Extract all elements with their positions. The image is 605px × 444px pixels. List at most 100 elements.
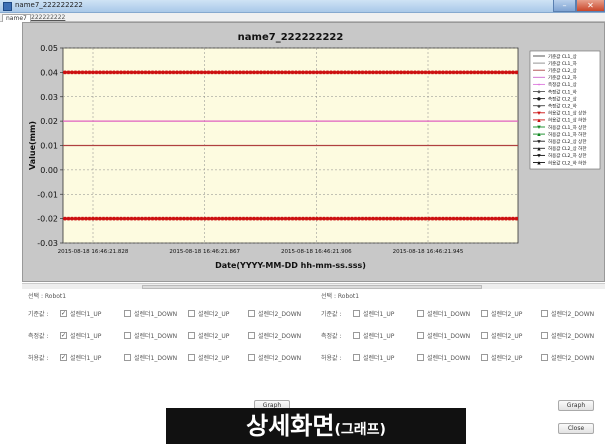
series-marker: [130, 216, 133, 221]
series-marker: [371, 70, 375, 75]
checkbox-box[interactable]: [124, 354, 131, 361]
series-marker: [357, 70, 361, 75]
series-marker: [441, 70, 445, 75]
checkbox-box[interactable]: [541, 332, 548, 339]
checkbox-label: 설렌더1_DOWN: [427, 333, 471, 340]
right-checkbox[interactable]: 설렌더2_DOWN: [541, 353, 594, 362]
series-marker: [357, 216, 361, 221]
minimize-button[interactable]: –: [553, 0, 576, 12]
checkbox-label: 설렌더2_DOWN: [258, 355, 302, 362]
right-checkbox[interactable]: 설렌더2_UP: [481, 309, 522, 318]
series-marker: [273, 70, 277, 75]
scrollbar-thumb[interactable]: [142, 285, 482, 289]
horizontal-scrollbar[interactable]: [22, 283, 605, 289]
series-marker: [452, 70, 455, 75]
series-marker: [504, 216, 508, 221]
right-checkbox[interactable]: 설렌더1_UP: [353, 353, 394, 362]
checkbox-box[interactable]: [481, 354, 488, 361]
left-checkbox[interactable]: 설렌더1_DOWN: [124, 309, 177, 318]
series-marker: [238, 216, 242, 221]
series-marker: [347, 216, 350, 221]
left-checkbox[interactable]: ✓ 설렌더1_UP: [60, 331, 101, 340]
checkbox-box[interactable]: [481, 332, 488, 339]
checkbox-box[interactable]: [481, 310, 488, 317]
series-marker: [466, 216, 469, 221]
right-checkbox[interactable]: 설렌더1_DOWN: [417, 331, 470, 340]
checkbox-box[interactable]: ✓: [60, 332, 67, 339]
checkbox-box[interactable]: [417, 332, 424, 339]
tab-name7[interactable]: name7: [2, 14, 31, 22]
right-checkbox[interactable]: 설렌더1_DOWN: [417, 353, 470, 362]
y-tick-label: 0.00: [40, 166, 58, 175]
tab-222222222[interactable]: 222222222: [28, 14, 68, 21]
close-window-button[interactable]: ✕: [576, 0, 605, 12]
series-marker: [235, 216, 238, 221]
left-checkbox[interactable]: 설렌더2_DOWN: [248, 309, 301, 318]
checkbox-box[interactable]: [417, 310, 424, 317]
checkbox-box[interactable]: [353, 332, 360, 339]
checkbox-label: 설렌더2_DOWN: [551, 311, 595, 318]
series-marker: [438, 70, 441, 75]
right-checkbox[interactable]: 설렌더2_UP: [481, 331, 522, 340]
checkbox-box[interactable]: ✓: [60, 354, 67, 361]
right-checkbox[interactable]: 설렌더1_DOWN: [417, 309, 470, 318]
series-marker: [105, 216, 109, 221]
series-marker: [396, 216, 399, 221]
left-checkbox[interactable]: 설렌더1_DOWN: [124, 331, 177, 340]
series-marker: [158, 216, 161, 221]
checkbox-box[interactable]: [188, 332, 195, 339]
checkbox-box[interactable]: [188, 310, 195, 317]
checkbox-label: 설렌더2_UP: [198, 311, 230, 318]
series-marker: [214, 70, 217, 75]
checkbox-box[interactable]: [541, 310, 548, 317]
left-checkbox[interactable]: 설렌더2_UP: [188, 309, 229, 318]
series-marker: [459, 70, 462, 75]
series-marker: [175, 216, 179, 221]
checkbox-box[interactable]: [248, 354, 255, 361]
checkbox-box[interactable]: ✓: [60, 310, 67, 317]
series-marker: [284, 70, 287, 75]
left-checkbox[interactable]: 설렌더2_DOWN: [248, 331, 301, 340]
left-checkbox[interactable]: ✓ 설렌더1_UP: [60, 309, 101, 318]
checkbox-box[interactable]: [417, 354, 424, 361]
checkbox-box[interactable]: [124, 310, 131, 317]
left-checkbox[interactable]: 설렌더2_DOWN: [248, 353, 301, 362]
right-checkbox[interactable]: 설렌더1_UP: [353, 331, 394, 340]
right-checkbox[interactable]: 설렌더2_DOWN: [541, 309, 594, 318]
checkbox-label: 설렌더1_DOWN: [134, 311, 178, 318]
series-marker: [364, 216, 368, 221]
right-checkbox[interactable]: 설렌더2_DOWN: [541, 331, 594, 340]
series-marker: [354, 70, 357, 75]
right-checkbox[interactable]: 설렌더1_UP: [353, 309, 394, 318]
series-marker: [508, 70, 511, 75]
left-checkbox[interactable]: 설렌더2_UP: [188, 331, 229, 340]
series-marker: [228, 70, 231, 75]
checkbox-box[interactable]: [353, 310, 360, 317]
left-checkbox[interactable]: ✓ 설렌더1_UP: [60, 353, 101, 362]
series-marker: [322, 216, 326, 221]
close-button[interactable]: Close: [558, 423, 594, 434]
right-graph-button[interactable]: Graph: [558, 400, 594, 411]
legend-label: 허용값 CL1_하 상한: [548, 124, 586, 131]
series-marker: [119, 70, 123, 75]
legend-marker: ▼: [537, 154, 541, 159]
left-checkbox[interactable]: 설렌더1_DOWN: [124, 353, 177, 362]
series-marker: [109, 70, 112, 75]
checkbox-box[interactable]: [188, 354, 195, 361]
checkbox-box[interactable]: [541, 354, 548, 361]
checkbox-box[interactable]: [248, 332, 255, 339]
series-marker: [308, 216, 312, 221]
series-marker: [375, 216, 378, 221]
series-marker: [245, 70, 249, 75]
right-row-label: 측정값 :: [321, 333, 342, 340]
checkbox-label: 설렌더2_UP: [491, 333, 523, 340]
series-marker: [473, 70, 476, 75]
series-marker: [154, 216, 158, 221]
right-checkbox[interactable]: 설렌더2_UP: [481, 353, 522, 362]
checkbox-box[interactable]: [353, 354, 360, 361]
checkbox-box[interactable]: [124, 332, 131, 339]
legend-label: 허용값 CL1_상 하한: [548, 117, 586, 124]
left-checkbox[interactable]: 설렌더2_UP: [188, 353, 229, 362]
checkbox-box[interactable]: [248, 310, 255, 317]
series-marker: [476, 216, 480, 221]
